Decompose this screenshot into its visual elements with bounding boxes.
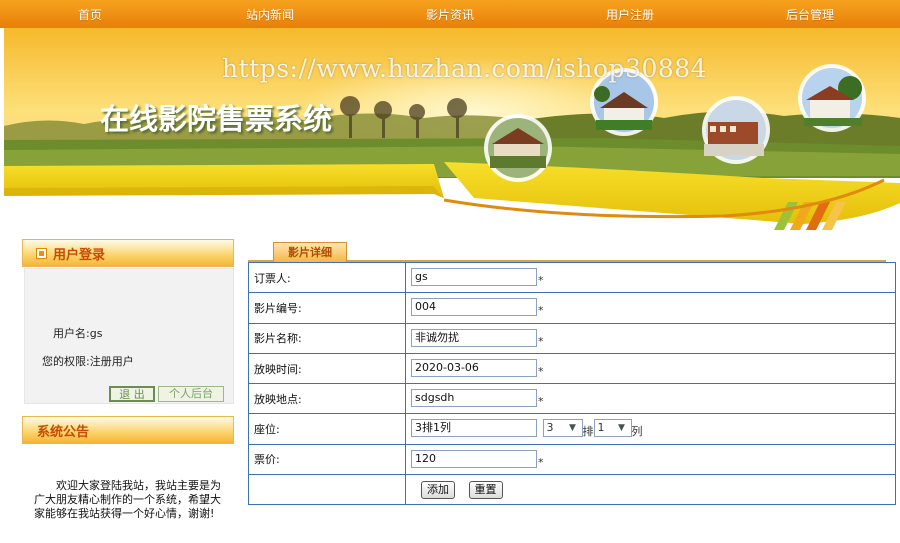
form-row: 放映时间: 2020-03-06 * [248,352,896,385]
required-mark: * [538,395,544,409]
field-label: 放映时间: [248,352,406,385]
nav-news[interactable]: 站内新闻 [180,6,360,23]
reset-button[interactable]: 重置 [468,480,503,499]
seat-input[interactable]: 3排1列 [411,419,537,438]
form-row: 放映地点: sdgsdh * [248,383,896,415]
notice-panel-header: 系统公告 [22,416,234,444]
notice-panel-title: 系统公告 [37,424,90,440]
login-panel-title: 用户登录 [53,247,106,263]
logout-button[interactable]: 退 出 [109,386,155,402]
field-label: 订票人: [248,261,406,294]
form-row: 订票人: gs * [248,261,896,294]
booker-input[interactable]: gs [411,268,537,287]
form-actions-row: 添加 重置 [248,474,896,506]
nav-movie-info[interactable]: 影片资讯 [360,6,540,23]
login-panel: 用户名:gs 您的权限:注册用户 退 出 个人后台 [24,268,234,404]
form-row: 座位: 3排1列 3 ▼ 排 1 ▼ 列 [248,413,896,445]
row-unit-label: 排 [582,425,594,439]
seat-row-value: 3 [546,421,554,435]
detail-tab-strip: 影片详细 [248,240,886,262]
movie-id-input[interactable]: 004 [411,298,537,317]
chevron-down-icon: ▼ [618,423,625,434]
top-nav: 首页 站内新闻 影片资讯 用户注册 后台管理 [0,0,900,28]
form-row: 影片编号: 004 * [248,292,896,324]
required-mark: * [538,334,544,348]
movie-name-input[interactable]: 非诚勿扰 [411,328,537,347]
login-panel-header: 用户登录 [22,239,234,267]
tab-movie-detail[interactable]: 影片详细 [273,242,347,262]
field-label: 影片名称: [248,322,406,354]
required-mark: * [538,304,544,318]
required-mark: * [538,455,544,469]
seat-col-value: 1 [597,421,605,435]
seat-row-select[interactable]: 3 ▼ [542,419,583,438]
add-button[interactable]: 添加 [421,480,455,499]
required-mark: * [538,365,544,379]
nav-admin[interactable]: 后台管理 [720,6,900,23]
panel-bullet-icon [36,247,47,259]
field-label: 票价: [248,443,406,476]
permission-display: 您的权限:注册用户 [42,355,134,368]
personal-backend-button[interactable]: 个人后台 [158,386,224,402]
nav-register[interactable]: 用户注册 [540,6,720,23]
field-label: 影片编号: [248,292,406,324]
form-row: 影片名称: 非诚勿扰 * [248,322,896,354]
ticket-detail-form: 订票人: gs * 影片编号: 004 * 影片名称: 非诚勿扰 * 放映时间: 20… [248,261,896,506]
username-display: 用户名:gs [53,327,103,340]
price-input[interactable]: 120 [411,449,537,468]
seat-col-select[interactable]: 1 ▼ [593,419,632,438]
form-row: 票价: 120 * [248,443,896,476]
watermark-text: https://www.huzhan.com/ishop30884 [222,54,708,83]
notice-text: 欢迎大家登陆我站，我站主要是为广大朋友精心制作的一个系统，希望大家能够在我站获得… [34,479,221,520]
site-title: 在线影院售票系统 [100,102,333,136]
notice-panel: 欢迎大家登陆我站，我站主要是为广大朋友精心制作的一个系统，希望大家能够在我站获得… [24,445,234,543]
header-banner: https://www.huzhan.com/ishop30884 在线影院售票… [4,28,900,238]
nav-home[interactable]: 首页 [0,6,180,23]
venue-input[interactable]: sdgsdh [411,389,537,408]
chevron-down-icon: ▼ [569,423,576,434]
required-mark: * [538,274,544,288]
field-label: 放映地点: [248,383,406,415]
col-unit-label: 列 [631,425,643,439]
showtime-input[interactable]: 2020-03-06 [411,359,537,378]
field-label: 座位: [248,413,406,445]
